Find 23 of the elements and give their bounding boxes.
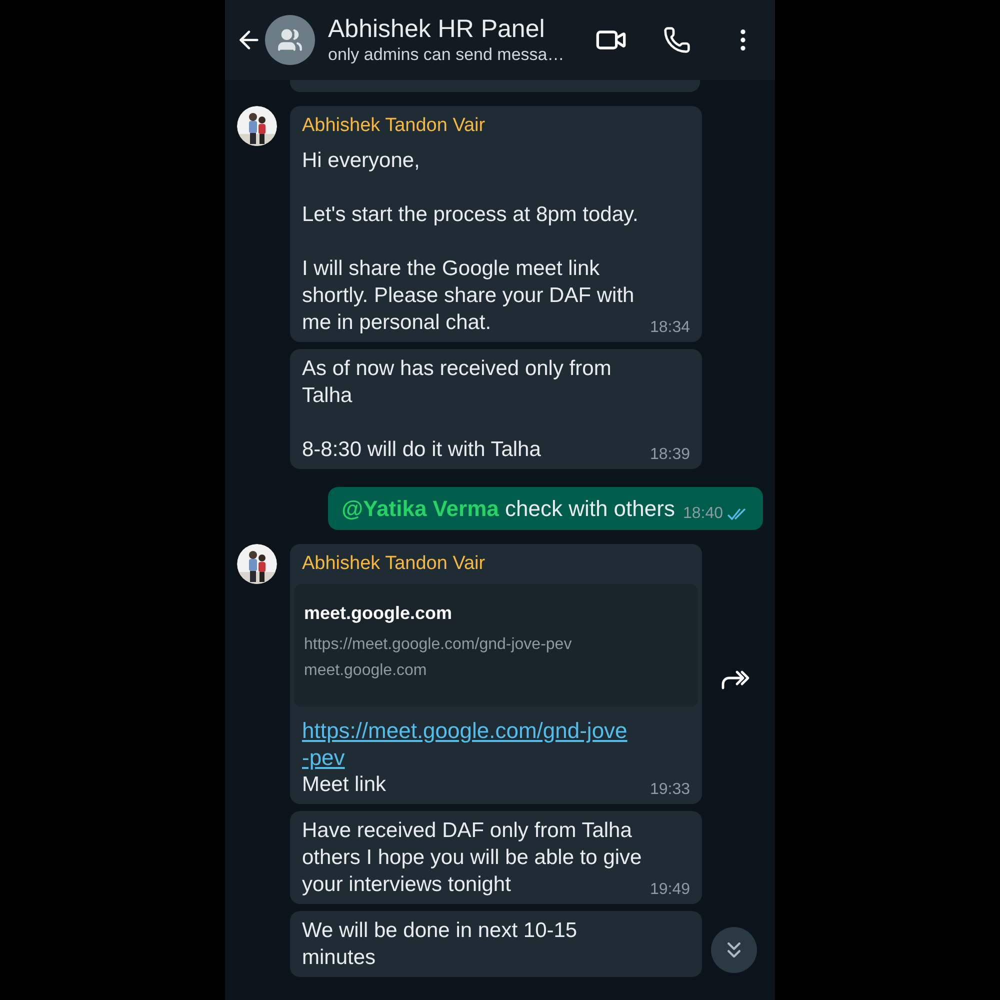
preview-domain: meet.google.com (304, 661, 428, 681)
timestamp: 18:39 (650, 444, 690, 464)
message-text: As of now has received only from Talha 8-8:30 will do it with Talha (302, 356, 612, 462)
message-text: Have received DAF only from Talha others I hope you will be able to give your interviews tonight (302, 818, 642, 898)
chat-subtitle: only admins can send messa… (328, 44, 566, 66)
message-text: We will be done in next 10-15 minutes (302, 918, 578, 971)
timestamp: 18:34 (650, 318, 690, 338)
scroll-down-button[interactable] (711, 927, 757, 973)
timestamp: 18:40 (682, 504, 723, 524)
message-text: @Yatika Verma check with others (342, 494, 675, 522)
preview-url: https://meet.google.com/gnd-jove-pev (304, 635, 573, 655)
link-preview[interactable]: meet.google.com https://meet.google.com/gnd-jove-pev meet.google.com (294, 584, 698, 707)
phone-icon[interactable] (663, 26, 691, 54)
chat-title[interactable]: Abhishek HR Panel (328, 14, 595, 44)
group-avatar[interactable] (265, 15, 315, 65)
message-text: Hi everyone, Let's start the process at 8pm today. I will share the Google meet link shortly. Please share your DAF with me in personal chat. (302, 148, 638, 336)
meet-link[interactable]: https://meet.google.com/gnd-jove -pev (302, 717, 690, 771)
message-text: Meet link (302, 772, 386, 798)
preview-title: meet.google.com (304, 602, 454, 625)
timestamp: 19:49 (650, 880, 690, 900)
sender-name: Abhishek Tandon Vair (302, 114, 486, 138)
timestamp: 19:33 (650, 780, 690, 800)
sender-name: Abhishek Tandon Vair (302, 552, 486, 576)
